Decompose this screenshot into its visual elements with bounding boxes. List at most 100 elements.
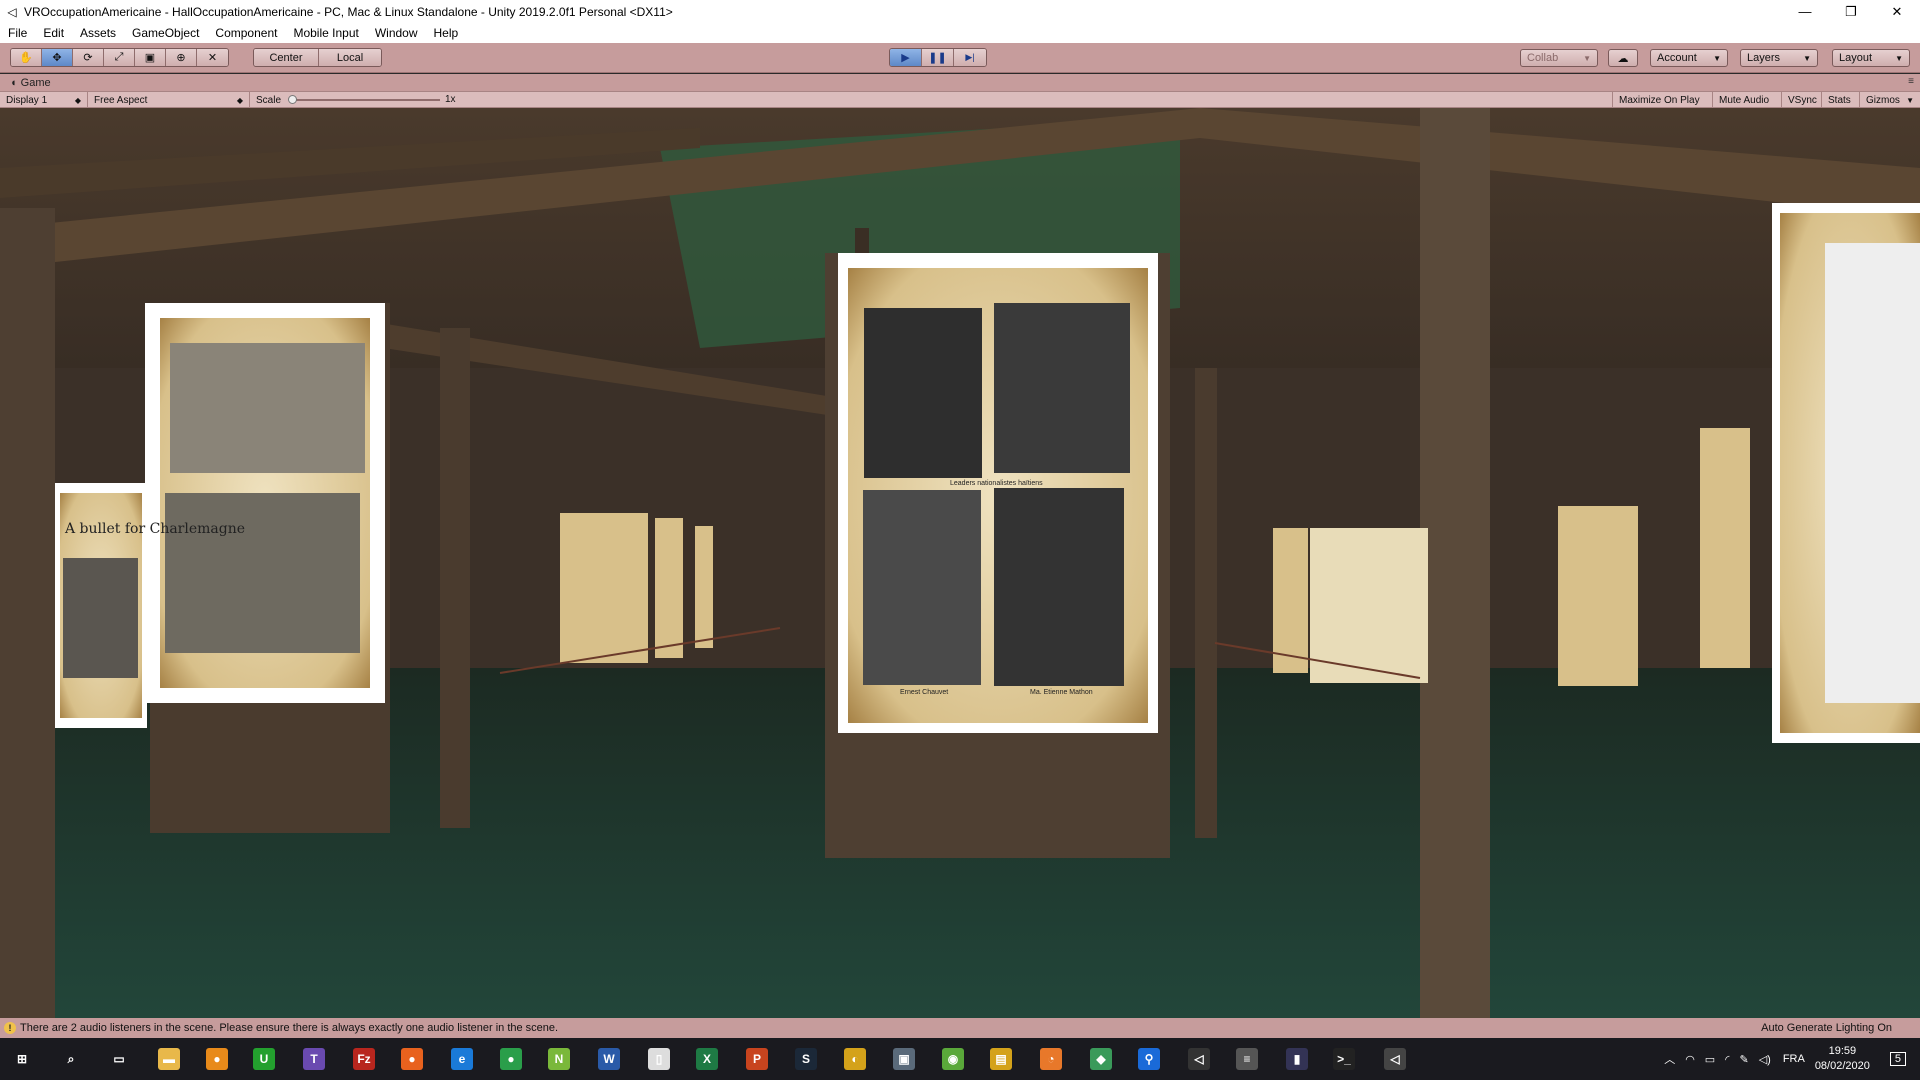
scale-slider-track[interactable] <box>290 99 440 101</box>
notepadpp-glyph: N <box>548 1048 570 1070</box>
file-explorer-icon[interactable]: ▬ <box>150 1042 188 1076</box>
game-viewport[interactable]: A bullet for Charlemagne Leaders nationa… <box>0 108 1920 1018</box>
scale-value: 1x <box>445 94 456 105</box>
blender-glyph: ◔ <box>1040 1048 1062 1070</box>
database-icon[interactable]: ≡ <box>1228 1042 1266 1076</box>
search-glyph: ⌕ <box>60 1048 82 1070</box>
tab-menu-icon[interactable]: ≡ <box>1908 76 1914 87</box>
maps-pin-glyph: ⚲ <box>1138 1048 1160 1070</box>
unity-hub-icon[interactable]: ◁ <box>1180 1042 1218 1076</box>
cloud-button[interactable]: ☁ <box>1608 49 1638 67</box>
menu-assets[interactable]: Assets <box>72 26 124 40</box>
display-dropdown[interactable]: Display 1 ◆ <box>0 92 88 108</box>
playback-controls: ▶ ❚❚ ▶| <box>889 48 987 67</box>
chrome-glyph: ● <box>500 1048 522 1070</box>
bar-app-icon[interactable]: ▮ <box>1278 1042 1316 1076</box>
close-button[interactable]: ✕ <box>1874 0 1920 23</box>
teams-icon[interactable]: T <box>295 1042 333 1076</box>
transform-tool-icon[interactable]: ⊕ <box>166 49 197 66</box>
blender-icon[interactable]: ◔ <box>1032 1042 1070 1076</box>
volume-icon[interactable]: ◁) <box>1759 1053 1771 1066</box>
menu-mobile-input[interactable]: Mobile Input <box>285 26 366 40</box>
play-button[interactable]: ▶ <box>890 49 922 66</box>
powerpoint-glyph: P <box>746 1048 768 1070</box>
chevron-up-icon[interactable]: ︿ <box>1664 1051 1675 1067</box>
pen-icon[interactable]: ✎ <box>1739 1053 1748 1066</box>
layout-dropdown[interactable]: Layout ▼ <box>1832 49 1910 67</box>
scale-tool-icon[interactable]: ⤢ <box>104 49 135 66</box>
terminal-icon[interactable]: >_ <box>1325 1042 1363 1076</box>
search-icon[interactable]: ⌕ <box>52 1042 90 1076</box>
chevron-down-icon: ▼ <box>1583 53 1591 63</box>
menu-gameobject[interactable]: GameObject <box>124 26 207 40</box>
gizmos-dropdown[interactable]: Gizmos ▼ <box>1860 92 1920 108</box>
chrome-icon[interactable]: ● <box>492 1042 530 1076</box>
vsync-toggle[interactable]: VSync <box>1782 92 1822 108</box>
menu-bar: File Edit Assets GameObject Component Mo… <box>0 23 1920 43</box>
maps-pin-icon[interactable]: ⚲ <box>1130 1042 1168 1076</box>
word-icon[interactable]: W <box>590 1042 628 1076</box>
pivot-local-button[interactable]: Local <box>319 49 381 66</box>
mute-audio-toggle[interactable]: Mute Audio <box>1713 92 1782 108</box>
cloud-icon: ☁ <box>1617 52 1629 65</box>
menu-edit[interactable]: Edit <box>35 26 72 40</box>
network-icon[interactable]: ◠ <box>1685 1053 1695 1066</box>
steam-icon[interactable]: S <box>787 1042 825 1076</box>
maximize-on-play-toggle[interactable]: Maximize On Play <box>1612 92 1713 108</box>
move-tool-icon[interactable]: ✥ <box>42 49 73 66</box>
pause-button[interactable]: ❚❚ <box>922 49 954 66</box>
chevron-down-icon: ▼ <box>1906 95 1914 105</box>
blank-file-icon[interactable]: ▯ <box>640 1042 678 1076</box>
rotate-tool-icon[interactable]: ⟳ <box>73 49 104 66</box>
account-dropdown[interactable]: Account ▼ <box>1650 49 1728 67</box>
unity-icon[interactable]: ◁ <box>1376 1042 1414 1076</box>
menu-component[interactable]: Component <box>207 26 285 40</box>
wifi-icon[interactable]: ◜ <box>1725 1053 1729 1066</box>
app-yellow-circle-icon[interactable]: ◐ <box>836 1042 874 1076</box>
scale-slider-thumb[interactable] <box>288 95 297 104</box>
excel-glyph: X <box>696 1048 718 1070</box>
notification-center-icon[interactable]: 5 <box>1889 1052 1906 1066</box>
firefox-icon[interactable]: ● <box>393 1042 431 1076</box>
distant-poster <box>1310 528 1428 683</box>
teams-glyph: T <box>303 1048 325 1070</box>
portrait-photo <box>863 490 981 685</box>
steam-glyph: S <box>795 1048 817 1070</box>
notepadpp-icon[interactable]: N <box>540 1042 578 1076</box>
console-status-bar[interactable]: ! There are 2 audio listeners in the sce… <box>0 1018 1920 1038</box>
filezilla-glyph: Fz <box>353 1048 375 1070</box>
filezilla-icon[interactable]: Fz <box>345 1042 383 1076</box>
windows-start-icon[interactable]: ⊞ <box>3 1042 41 1076</box>
upwork-icon[interactable]: U <box>245 1042 283 1076</box>
powerpoint-icon[interactable]: P <box>738 1042 776 1076</box>
menu-help[interactable]: Help <box>426 26 467 40</box>
android-app-icon[interactable]: ◉ <box>934 1042 972 1076</box>
language-indicator[interactable]: FRA <box>1783 1053 1805 1065</box>
step-button[interactable]: ▶| <box>954 49 986 66</box>
menu-file[interactable]: File <box>0 26 35 40</box>
excel-icon[interactable]: X <box>688 1042 726 1076</box>
task-view-icon[interactable]: ▭ <box>100 1042 138 1076</box>
clock[interactable]: 19:59 08/02/2020 <box>1815 1044 1870 1074</box>
tab-game[interactable]: ◖ Game <box>10 77 51 89</box>
pivot-center-button[interactable]: Center <box>254 49 319 66</box>
app-orange-icon[interactable]: ● <box>198 1042 236 1076</box>
hand-tool-icon[interactable]: ✋ <box>11 49 42 66</box>
git-icon[interactable]: ◆ <box>1082 1042 1120 1076</box>
clapper-icon[interactable]: ▤ <box>982 1042 1020 1076</box>
collab-dropdown[interactable]: Collab ▼ <box>1520 49 1598 67</box>
minimize-button[interactable]: — <box>1782 0 1828 23</box>
stats-toggle[interactable]: Stats <box>1822 92 1860 108</box>
vsync-label: VSync <box>1788 94 1817 106</box>
menu-window[interactable]: Window <box>367 26 426 40</box>
custom-tool-icon[interactable]: ✕ <box>197 49 228 66</box>
aspect-dropdown[interactable]: Free Aspect ◆ <box>88 92 250 108</box>
screen-app-icon[interactable]: ▣ <box>885 1042 923 1076</box>
edge-icon[interactable]: e <box>443 1042 481 1076</box>
rect-tool-icon[interactable]: ▣ <box>135 49 166 66</box>
maximize-button[interactable]: ❐ <box>1828 0 1874 23</box>
layers-dropdown[interactable]: Layers ▼ <box>1740 49 1818 67</box>
unity-glyph: ◁ <box>1384 1048 1406 1070</box>
battery-icon[interactable]: ▭ <box>1705 1053 1715 1066</box>
lighting-status: Auto Generate Lighting On <box>1761 1022 1892 1034</box>
